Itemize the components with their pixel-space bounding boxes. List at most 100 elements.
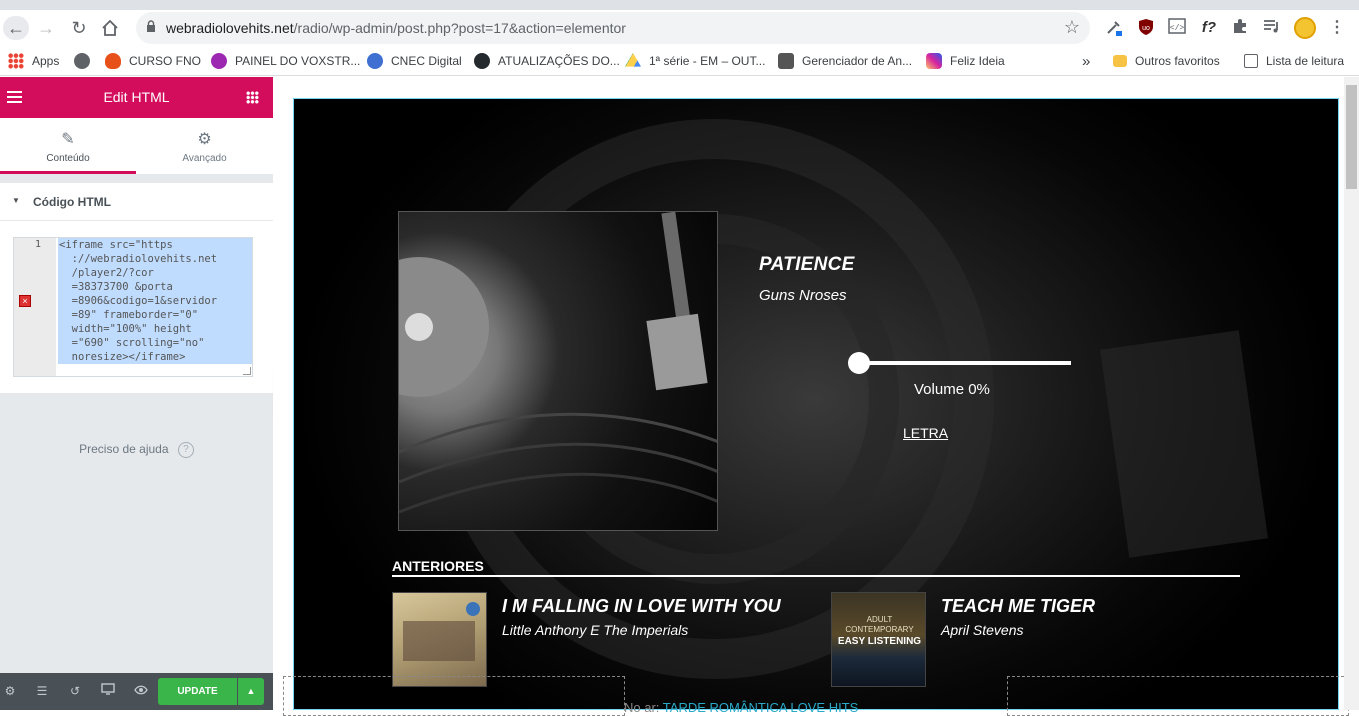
widgets-grid-icon[interactable] — [246, 91, 259, 104]
previous-song-title: TEACH ME TIGER — [941, 596, 1096, 616]
extensions-puzzle-icon[interactable] — [1230, 18, 1250, 38]
previous-song-artist: April Stevens — [941, 622, 1024, 638]
help-link[interactable]: Preciso de ajuda ? — [0, 442, 273, 458]
previous-heading: ANTERIORES — [392, 558, 484, 574]
code-line: =89" frameborder="0" — [59, 309, 199, 321]
panel-header: Edit HTML — [0, 77, 273, 118]
question-circle-icon: ? — [177, 442, 194, 458]
turntable-image — [399, 212, 717, 514]
empty-column-placeholder[interactable] — [1007, 676, 1349, 716]
home-icon — [102, 19, 118, 36]
scrollbar-thumb[interactable] — [1346, 85, 1357, 189]
svg-text:</>: </> — [1170, 24, 1185, 33]
media-queue-icon[interactable] — [1262, 18, 1282, 38]
github-icon — [474, 53, 490, 69]
panel-footer: ⚙ ☰ ↺ UPDATE ▲ — [0, 673, 273, 710]
current-song-artist: Guns Nroses — [759, 287, 847, 304]
bookmark-outros-favoritos[interactable]: Outros favoritos — [1113, 51, 1220, 71]
pencil-icon: ✎ — [61, 131, 75, 148]
url-text: webradiolovehits.net/radio/wp-admin/post… — [166, 20, 626, 36]
panel-title: Edit HTML — [103, 89, 170, 105]
previous-album-thumb — [392, 592, 487, 687]
apps-grid-icon — [8, 53, 24, 69]
eyedropper-extension-icon[interactable] — [1104, 18, 1124, 38]
section-codigo-html[interactable]: ▼ Código HTML — [0, 183, 273, 221]
gear-icon: ⚙ — [197, 131, 212, 148]
cnec-icon — [367, 53, 383, 69]
bookmark-cnec-digital[interactable]: CNEC Digital — [367, 51, 462, 71]
volume-slider-track[interactable] — [856, 361, 1071, 365]
profile-avatar-icon[interactable] — [1294, 17, 1316, 39]
album-thumb-text: ADULT — [866, 615, 893, 624]
previous-song-title: I M FALLING IN LOVE WITH YOU — [502, 596, 781, 616]
code-line: ://webradiolovehits.net — [59, 253, 218, 265]
bookmark-curso-fno[interactable]: CURSO FNO — [105, 51, 201, 71]
reload-button[interactable]: ↻ — [66, 16, 92, 40]
navigator-layers-icon[interactable]: ☰ — [34, 683, 50, 699]
on-air-text: No ar: TARDE ROMÂNTICA LOVE HITS — [624, 700, 859, 715]
bookmark-painel-voxstr[interactable]: PAINEL DO VOXSTR... — [211, 51, 360, 71]
bookmark-atualizacoes[interactable]: ATUALIZAÇÕES DO... — [474, 51, 620, 71]
browser-menu-icon[interactable]: ⋮ — [1327, 18, 1347, 38]
code-line: width="100%" height — [59, 323, 192, 335]
preview-scrollbar[interactable] — [1344, 77, 1359, 710]
tab-avancado[interactable]: ⚙ Avançado — [136, 118, 273, 174]
address-bar[interactable]: webradiolovehits.net/radio/wp-admin/post… — [136, 12, 1090, 44]
on-air-show-link[interactable]: TARDE ROMÂNTICA LOVE HITS — [663, 700, 859, 715]
bookmark-feliz-ideia[interactable]: Feliz Ideia — [926, 51, 1005, 71]
resize-handle-icon[interactable] — [243, 367, 251, 375]
panel-tabs: ✎ Conteúdo ⚙ Avançado — [0, 118, 273, 174]
lock-icon — [147, 20, 155, 32]
code-content[interactable]: <iframe src="https ://webradiolovehits.n… — [58, 238, 252, 364]
bookmarks-bar: Apps CURSO FNO PAINEL DO VOXSTR... CNEC … — [0, 46, 1359, 76]
album-thumb-text: CONTEMPORARY — [845, 625, 914, 634]
browser-toolbar: ← → ↻ webradiolovehits.net/radio/wp-admi… — [0, 10, 1359, 46]
history-icon[interactable]: ↺ — [67, 683, 83, 699]
html-code-editor[interactable]: 1 × <iframe src="https ://webradiolovehi… — [13, 237, 253, 377]
tab-conteudo[interactable]: ✎ Conteúdo — [0, 118, 136, 174]
svg-text:uo: uo — [1142, 25, 1150, 32]
code-extension-icon[interactable]: </> — [1167, 18, 1187, 38]
settings-gear-icon[interactable]: ⚙ — [2, 683, 18, 699]
album-cover-art — [398, 211, 718, 531]
error-marker-icon[interactable]: × — [19, 295, 31, 307]
previous-divider — [392, 575, 1240, 577]
ublock-shield-icon[interactable]: uo — [1136, 18, 1156, 38]
bookmark-star-icon[interactable]: ☆ — [1064, 17, 1080, 38]
reading-list-button[interactable]: Lista de leitura — [1244, 51, 1344, 71]
code-line: /player2/?cor — [59, 267, 154, 279]
bookmark-globe[interactable] — [74, 51, 90, 71]
volume-label: Volume 0% — [914, 381, 990, 398]
empty-column-placeholder[interactable] — [283, 676, 625, 716]
bookmarks-overflow-button[interactable]: » — [1082, 51, 1090, 71]
update-button[interactable]: UPDATE — [158, 678, 237, 705]
drive-icon — [625, 53, 641, 67]
back-button[interactable]: ← — [3, 16, 29, 40]
bookmark-gerenciador[interactable]: Gerenciador de An... — [778, 51, 912, 71]
browser-tabstrip — [0, 0, 1359, 10]
code-line: <iframe src="https — [59, 239, 173, 251]
current-song-title: PATIENCE — [759, 254, 855, 275]
home-button[interactable] — [97, 16, 123, 40]
instagram-icon — [926, 53, 942, 69]
update-options-caret-icon[interactable]: ▲ — [238, 678, 264, 705]
responsive-desktop-icon[interactable] — [100, 683, 116, 699]
elementor-panel: Edit HTML ✎ Conteúdo ⚙ Avançado ▼ Código… — [0, 77, 273, 710]
code-editor-wrapper: 1 × <iframe src="https ://webradiolovehi… — [0, 221, 273, 393]
editor-gutter: 1 × — [14, 238, 56, 376]
volume-slider-handle[interactable] — [848, 352, 870, 374]
bookmark-apps[interactable]: Apps — [8, 51, 59, 71]
globe-icon — [74, 53, 90, 69]
previous-song-artist: Little Anthony E The Imperials — [502, 622, 689, 638]
bookmark-1a-serie[interactable]: 1ª série - EM – OUT... — [625, 51, 765, 71]
code-line: =8906&codigo=1&servidor — [59, 295, 218, 307]
code-line: =38373700 &porta — [59, 281, 173, 293]
preview-eye-icon[interactable] — [133, 683, 149, 699]
line-number: 1 — [35, 239, 42, 250]
font-finder-icon[interactable]: f? — [1199, 18, 1219, 38]
lyrics-link[interactable]: LETRA — [903, 425, 948, 441]
code-line: ="690" scrolling="no" — [59, 337, 205, 349]
forward-button[interactable]: → — [33, 16, 59, 40]
radio-player-iframe: PATIENCE Guns Nroses Volume 0% LETRA ANT… — [293, 98, 1339, 710]
manager-icon — [778, 53, 794, 69]
